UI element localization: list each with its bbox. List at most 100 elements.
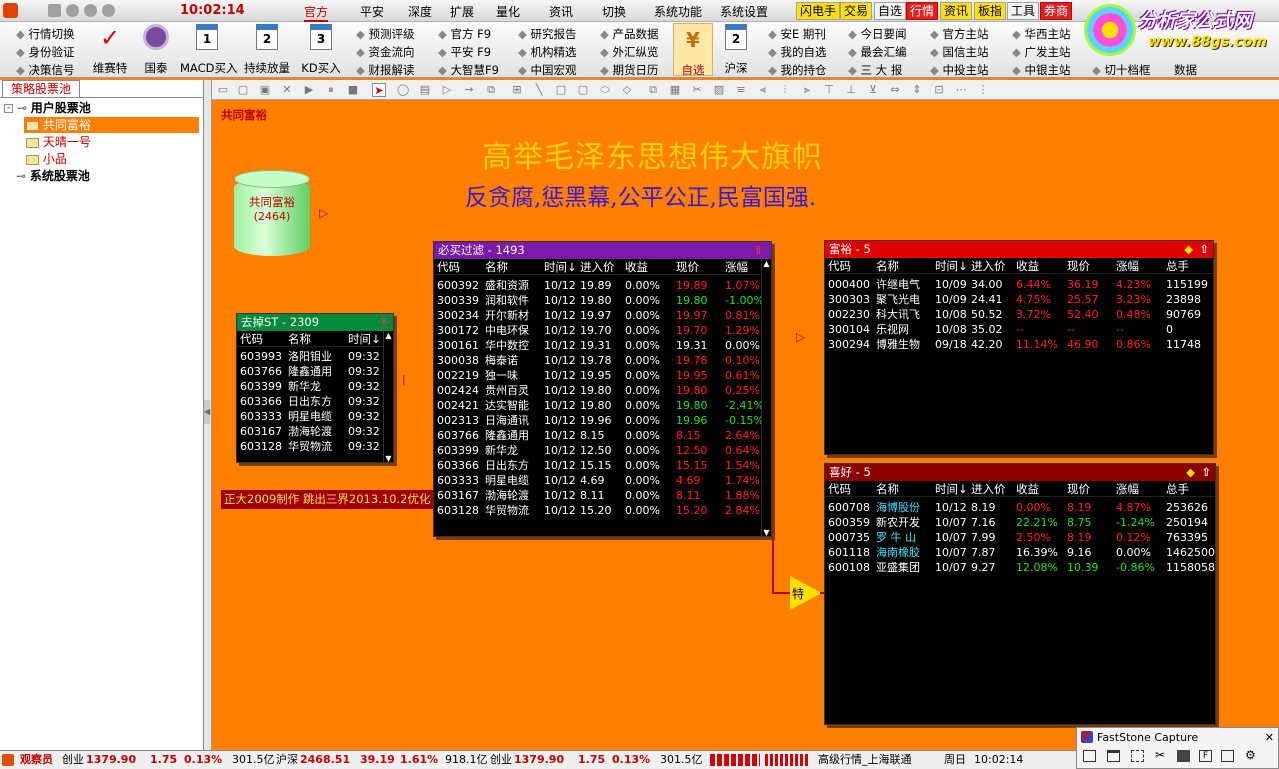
capture-freehand-icon[interactable]: ✂ [1155,748,1165,762]
close-icon[interactable]: ✕ [1265,728,1274,747]
table-row[interactable]: 603333 明星电缆 09:32 [237,409,393,424]
tool-juece-xinhao[interactable]: ◆ 决策信号 [16,62,75,78]
align-bottom-icon[interactable]: ⊻ [866,83,880,97]
panel-must-buy[interactable]: 必买过滤 - 1493 ⇧ 代码 名称 时间↓ 进入价 收益 现价 涨幅 600… [433,241,772,537]
capture-rect-icon[interactable] [1131,750,1144,762]
pointer-icon[interactable]: ➤ [372,83,386,97]
table-row[interactable]: 603993 洛阳钼业 09:32 [237,349,393,364]
tool-waihui-zonglan[interactable]: ◆ 外汇纵览 [600,44,659,60]
tab-zixuan[interactable]: 自选 [874,2,907,20]
panel-xihao[interactable]: 喜好 - 5 ◆ ⇧ 代码 名称 时间↓ 进入价 收益 现价 涨幅 总手 600… [824,463,1216,725]
hushen-button[interactable]: 2 沪深 [718,24,754,76]
collapse-icon[interactable]: - [4,104,13,113]
panel-remove-st[interactable]: 去掉ST - 2309 ⇧ 代码 名称 时间↓ 603993 洛阳钼业 09:32 6… [236,313,394,463]
diamond-icon[interactable]: ◇ [620,83,634,97]
tool-zhongguo-hongguan[interactable]: ◆ 中国宏观 [518,62,577,78]
menu-kuozhan[interactable]: 扩展 [450,3,474,20]
tool-shuju[interactable]: 数据 [1174,62,1197,78]
back-icon[interactable] [66,4,79,17]
source-node[interactable]: 共同富裕 (2464) [234,170,310,260]
tool-caibao-jiedu[interactable]: ◆ 财报解读 [356,62,415,78]
tool-yuce-pingji[interactable]: ◆ 预测评级 [356,26,415,42]
tool-zijin-liuxiang[interactable]: ◆ 资金流向 [356,44,415,60]
tool-shenfen-yanzheng[interactable]: ◆ 身份验证 [16,44,75,60]
align-left-icon[interactable]: ⫷ [756,83,770,97]
tool-guanfang-f9[interactable]: ◆ 官方 F9 [438,26,491,42]
table-row[interactable]: 002219 独一味 10/12 19.95 0.00% 19.95 0.61% [434,368,771,383]
table-row[interactable]: 300104 乐视网 10/08 35.02 -- -- -- 0 [825,322,1213,337]
scroll-up-icon[interactable]: ▲ [384,331,393,340]
table-row[interactable]: 603366 日出东方 10/12 15.15 0.00% 15.15 1.54% [434,458,771,473]
up-arrow-icon[interactable]: ⇧ [753,242,763,259]
scrollbar[interactable]: ▲ ▼ [761,259,771,536]
table-row[interactable]: 002230 科大讯飞 10/08 50.52 3.72% 52.40 0.48% 90769 [825,307,1213,322]
tab-quanshang[interactable]: 券商 [1040,2,1073,20]
kd-buy-button[interactable]: 3 KD买入 [298,24,344,76]
space-h-icon[interactable]: ⋯ [954,83,968,97]
table-row[interactable]: 300339 润和软件 10/12 19.80 0.00% 19.80 -1.00% [434,293,771,308]
table-row[interactable]: 603167 渤海轮渡 10/12 8.11 0.00% 8.11 1.88% [434,488,771,503]
connect-icon[interactable]: → [462,83,476,97]
capture-scroll-icon[interactable]: F [1199,750,1212,762]
align-middle-icon[interactable]: ⊥ [844,83,858,97]
scrollbar[interactable]: ▲ ▼ [383,331,393,462]
space-v-icon[interactable]: ⋮ [976,83,990,97]
tree-node-system-pool[interactable]: ⊸ 系统股票池 [16,168,90,184]
tab-jiaoyi[interactable]: 交易 [840,2,873,20]
scroll-down-icon[interactable]: ▼ [762,528,771,536]
table-row[interactable]: 300234 开尔新材 10/12 19.97 0.00% 19.97 0.81% [434,308,771,323]
pause-icon[interactable]: ⏸ [324,83,338,97]
tree-node-tianqing-yihao[interactable]: 天晴一号 [26,134,91,150]
text-icon[interactable]: ▤ [418,83,432,97]
table-row[interactable]: 603399 新华龙 10/12 12.50 0.00% 12.50 0.64% [434,443,771,458]
align-right-icon[interactable]: ⫸ [800,83,814,97]
copy-icon[interactable]: ⧉ [646,83,660,97]
stop-icon[interactable]: ■ [346,83,360,97]
tool-guangfa-zhuzhan[interactable]: ◆ 广发主站 [1012,44,1071,60]
align-top-icon[interactable]: ⊤ [822,83,836,97]
tool-jigou-jingxuan[interactable]: ◆ 机构精选 [518,44,577,60]
line-icon[interactable]: ╲ [532,83,546,97]
tree-node-gongtong-fuyu[interactable]: 共同富裕 [24,117,199,133]
menu-shendu[interactable]: 深度 [408,3,432,20]
menu-system-function[interactable]: 系统功能 [654,3,702,20]
weisaite-button[interactable]: ✓ 维赛特 [90,24,130,76]
capture-video-icon[interactable] [1221,750,1234,762]
table-row[interactable]: 603766 隆鑫通用 10/12 8.15 0.00% 8.15 2.64% [434,428,771,443]
roundrect-icon[interactable]: ▢ [576,83,590,97]
capture-settings-icon[interactable]: ⚙ [1245,748,1256,762]
table-row[interactable]: 600392 盛和资源 10/12 19.89 0.00% 19.89 1.07% [434,278,771,293]
tool-guanfang-zhuzhan[interactable]: ◆ 官方主站 [930,26,989,42]
arrow-tool-icon[interactable]: ▷ [440,83,454,97]
pin-up-icon[interactable]: ◆ [1184,241,1193,258]
chixu-fangliang-button[interactable]: 2 持续放量 [240,24,294,76]
table-row[interactable]: 002421 达实智能 10/12 19.80 0.00% 19.80 -2.41% [434,398,771,413]
link-icon[interactable]: ⧉ [484,83,498,97]
table-row[interactable]: 002313 日海通讯 10/12 19.96 0.00% 19.96 -0.15% [434,413,771,428]
tool-zhongtou-zhuzhan[interactable]: ◆ 中投主站 [930,62,989,78]
table-row[interactable]: 603366 日出东方 09:32 [237,394,393,409]
align-center-icon[interactable]: ⫶ [778,83,792,97]
guotai-button[interactable]: 国泰 [138,24,174,76]
tree-node-user-pool[interactable]: - ⊸ 用户股票池 [4,100,91,116]
open-icon[interactable]: ▢ [236,83,250,97]
tool-dazhihui-f9[interactable]: ◆ 大智慧F9 [438,62,499,78]
tool-hangqing-qiehuan[interactable]: ◆ 行情切换 [16,26,75,42]
tab-hangqing[interactable]: 行情 [906,2,939,20]
table-row[interactable]: 601118 海南橡胶 10/07 7.87 16.39% 9.16 0.00% 146250… [825,545,1215,560]
table-row[interactable]: 603399 新华龙 09:32 [237,379,393,394]
menu-system-settings[interactable]: 系统设置 [720,3,768,20]
up-arrow-icon[interactable]: ⇧ [1199,241,1209,258]
tab-strategy-pool[interactable]: 策略股票池 [2,80,81,97]
tool-pingan-f9[interactable]: ◆ 平安 F9 [438,44,491,60]
zixuan-button[interactable]: ¥ 自选 [673,23,713,77]
tool-zuihui-huibian[interactable]: ◆ 最会汇编 [848,44,907,60]
table-row[interactable]: 300172 中电环保 10/12 19.70 0.00% 19.70 1.29% [434,323,771,338]
tool-jinri-yaowen[interactable]: ◆ 今日要闻 [848,26,907,42]
menu-lianghua[interactable]: 量化 [496,3,520,20]
tool-guoxin-zhuzhan[interactable]: ◆ 国信主站 [930,44,989,60]
macd-buy-button[interactable]: 1 MACD买入 [180,24,237,76]
table-row[interactable]: 300038 梅泰诺 10/12 19.78 0.00% 19.78 0.10% [434,353,771,368]
table-row[interactable]: 000400 许继电气 10/09 34.00 6.44% 36.19 4.23% 11519… [825,277,1213,292]
table-row[interactable]: 600708 海博股份 10/12 8.19 0.00% 8.19 4.87% 253626 [825,500,1215,515]
